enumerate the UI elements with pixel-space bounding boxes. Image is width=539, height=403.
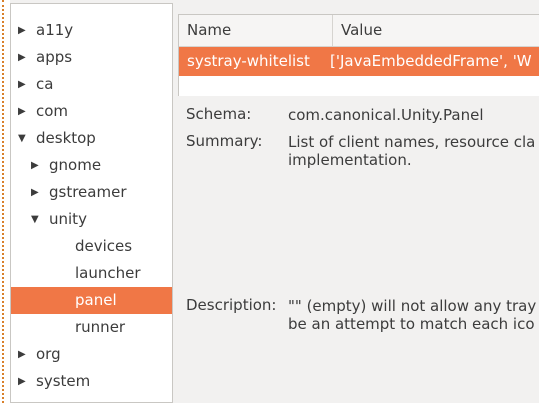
summary-value-line1: List of client names, resource cla [288, 133, 536, 151]
tree-item-runner[interactable]: runner [11, 314, 172, 341]
column-header-value[interactable]: Value [333, 15, 539, 47]
tree-item-label: unity [49, 210, 87, 228]
tree-item-label: system [36, 372, 91, 390]
tree-item-label: desktop [36, 129, 96, 147]
tree-item-label: launcher [75, 264, 141, 282]
tree-item-system[interactable]: ▶ system [11, 368, 172, 395]
description-value-line1: "" (empty) will not allow any tray [288, 297, 537, 315]
tree-item-label: gstreamer [49, 183, 127, 201]
key-name-cell: systray-whitelist [187, 52, 310, 70]
schema-tree[interactable]: ▶ a11y ▶ apps ▶ ca ▶ com ▼ desktop ▶ gno… [10, 3, 173, 403]
tree-item-gnome[interactable]: ▶ gnome [11, 152, 172, 179]
tree-item-label: runner [75, 318, 126, 336]
table-row[interactable]: systray-whitelist ['JavaEmbeddedFrame', … [179, 47, 539, 76]
tree-item-label: ca [36, 75, 54, 93]
tree-item-label: apps [36, 48, 73, 66]
triangle-right-icon[interactable]: ▶ [18, 368, 26, 395]
tree-item-devices[interactable]: devices [11, 233, 172, 260]
window-edge-dotted-border [2, 0, 4, 403]
triangle-down-icon[interactable]: ▼ [18, 125, 26, 152]
triangle-down-icon[interactable]: ▼ [31, 206, 39, 233]
keys-table[interactable]: Name Value systray-whitelist ['JavaEmbed… [178, 14, 539, 97]
triangle-right-icon[interactable]: ▶ [18, 71, 26, 98]
tree-item-label: devices [75, 237, 133, 255]
tree-item-label: gnome [49, 156, 102, 174]
schema-value: com.canonical.Unity.Panel [288, 106, 484, 124]
tree-item-label: a11y [36, 21, 74, 39]
tree-item-gstreamer[interactable]: ▶ gstreamer [11, 179, 172, 206]
description-value-line2: be an attempt to match each ico [288, 315, 535, 333]
description-label: Description: [186, 296, 277, 314]
triangle-right-icon[interactable]: ▶ [18, 44, 26, 71]
tree-item-desktop[interactable]: ▼ desktop [11, 125, 172, 152]
key-details-panel: Schema: com.canonical.Unity.Panel Summar… [178, 96, 539, 403]
tree-item-label: panel [75, 291, 117, 309]
tree-item-launcher[interactable]: launcher [11, 260, 172, 287]
tree-item-ca[interactable]: ▶ ca [11, 71, 172, 98]
tree-item-label: org [36, 345, 61, 363]
tree-item-org[interactable]: ▶ org [11, 341, 172, 368]
triangle-right-icon[interactable]: ▶ [31, 152, 39, 179]
tree-item-com[interactable]: ▶ com [11, 98, 172, 125]
tree-item-label: com [36, 102, 69, 120]
summary-value-line2: implementation. [288, 151, 412, 169]
triangle-right-icon[interactable]: ▶ [18, 341, 26, 368]
tree-item-apps[interactable]: ▶ apps [11, 44, 172, 71]
triangle-right-icon[interactable]: ▶ [31, 179, 39, 206]
triangle-right-icon[interactable]: ▶ [18, 17, 26, 44]
schema-label: Schema: [186, 105, 252, 123]
summary-label: Summary: [186, 132, 263, 150]
tree-item-panel[interactable]: panel [11, 287, 172, 314]
column-header-name[interactable]: Name [179, 15, 333, 47]
key-value-cell[interactable]: ['JavaEmbeddedFrame', 'W [330, 47, 532, 76]
tree-item-a11y[interactable]: ▶ a11y [11, 17, 172, 44]
triangle-right-icon[interactable]: ▶ [18, 98, 26, 125]
tree-item-unity[interactable]: ▼ unity [11, 206, 172, 233]
